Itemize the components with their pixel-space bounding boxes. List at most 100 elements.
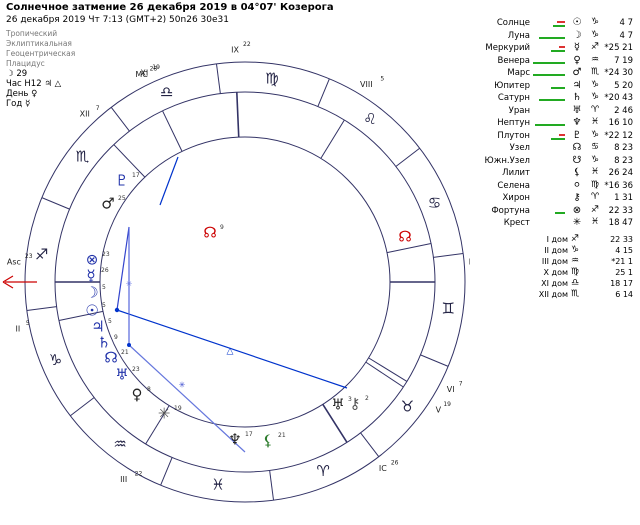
house-sign-icon: ♐ [571,233,580,244]
house-inner-ring [99,136,391,428]
zodiac-sign-icon: ♓ [211,476,224,494]
planet-degree: *24 30 [604,68,633,78]
strength-bars [533,133,565,142]
zodiac-sign-icon: ♑ [49,351,62,369]
planet-name: Узел [509,143,530,153]
strength-bars [533,220,565,229]
planet-name: Венера [497,55,530,66]
ic-label-degree: 26 [391,460,399,467]
sign-boundary [420,354,449,367]
strength-bars [533,83,565,92]
sign-boundary [160,457,173,486]
house-V-label: V [436,406,442,415]
house-row: II дом ♑ 4 15 [470,245,635,257]
planet-glyph-icon: ⚷ [573,192,581,203]
house-degree: 22 33 [610,234,633,244]
strength-bars [533,20,565,29]
planet-12-degree: 17 [245,431,253,438]
house-row: XII дом ♏ 6 14 [470,289,635,301]
house-II-label-degree: 5 [26,320,30,327]
planet-degree: 1 31 [614,193,633,203]
planet-degree: 8 23 [614,143,633,153]
asc-label: Asc [7,257,21,266]
planet-2-degree: 23 [102,251,110,258]
house-row: X дом ♍ 25 1 [470,266,635,279]
strength-bar-red [557,21,565,23]
aspect-node-dot [127,343,131,347]
house-cusp-line [368,357,408,382]
planet-row: Венера ♀ ♒ 7 19 [470,54,635,69]
planet-7-degree: 9 [114,334,118,341]
house-row: XI дом ♎ 18 17 [470,277,635,290]
planet-name: Южн.Узел [484,155,530,166]
planet-degree: *25 21 [604,43,633,53]
aspect-node-dot [114,307,120,313]
strength-bar-red [559,133,565,136]
planet-degree: *16 36 [604,180,633,191]
zodiac-sign-icon: ♋ [428,194,441,212]
house-cusp-line [365,361,404,388]
sign-boundary [433,252,464,258]
sextile-aspect-icon: ✳ [126,280,133,289]
planet-name: Нептун [497,118,530,128]
planet-degree: 2 46 [614,105,633,116]
mc-label: MC [135,70,148,79]
planet-row: Крест ✳ ♓ 18 47 [470,217,635,231]
planet-degree: 8 23 [614,155,633,166]
planet-15-icon: ♅ [331,396,344,414]
planet-glyph-icon: ♀ [573,54,581,66]
planet-row: Сатурн ♄ ♑ *20 43 [470,92,635,106]
house-row: III дом ♒ *21 1 [470,255,635,268]
wheel-group: ♈♉♊♋♌♍♎♏♐♑♒♓II5III22V19VI7VIII5IX22XI19X… [2,41,470,503]
planet-glyph-icon: ☋ [572,154,582,166]
house-III-label: III [120,475,127,484]
planet-degree: 5 20 [614,80,633,91]
planet-3-degree: 26 [101,267,109,274]
strength-bars [533,58,565,67]
house-sign-icon: ♍ [571,266,580,277]
house-sign-icon: ♒ [571,255,580,266]
planet-row: Уран ♅ ♈ 2 46 [470,105,635,119]
north-node-icon: ☊ [398,228,411,246]
zodiac-sign-icon: ♏ [76,148,90,166]
strength-bar-green [539,99,565,101]
planet-name: Селена [497,180,530,191]
natal-chart-wheel[interactable]: ♈♉♊♋♌♍♎♏♐♑♒♓II5III22V19VI7VIII5IX22XI19X… [0,0,470,525]
planet-glyph-icon: ⚸ [573,167,581,178]
planet-glyph-icon: ✳ [572,217,582,228]
house-degree: *21 1 [611,256,633,266]
house-IX-label: IX [231,46,239,55]
planet-row: Солнце ☉ ♑ 4 7 [470,17,635,31]
planet-row: Нептун ♆ ♓ 16 10 [470,117,635,131]
planet-glyph-icon: ☊ [572,142,582,153]
planet-row: Меркурий ☿ ♐ *25 21 [470,42,635,56]
planet-9-degree: 23 [132,366,140,373]
planet-6-degree: 5 [108,318,112,325]
sign-boundary [395,147,420,167]
planet-row: Фортуна ⊗ ♐ 22 33 [470,205,635,219]
zodiac-sign-icon: ♐ [35,246,48,264]
house-degree: 4 15 [615,245,633,255]
aspect-line [159,156,179,206]
house-degree: 25 1 [615,267,633,277]
planet-table: Солнце ☉ ♑ 4 7 Луна ☽ ♑ 4 7 Меркурий ☿ ♐ *25 21 Вене… [470,17,635,301]
planet-13-icon: ⚸ [263,432,274,450]
planet-row: Южн.Узел ☋ ♑ 8 23 [470,154,635,169]
house-name: XII дом [538,289,568,299]
planet-name: Уран [508,105,530,116]
house-row: I дом ♐ 22 33 [470,233,635,246]
planet-glyph-icon: ☉ [572,17,582,28]
strength-bar-green [551,137,565,140]
house-sign-icon: ♎ [571,277,580,288]
strength-bars [533,183,565,192]
strength-bars [533,95,565,104]
strength-bars [533,170,565,179]
house-name: III дом [541,256,568,266]
zodiac-sign-icon: ♒ [113,435,126,453]
strength-bars [533,120,565,129]
planet-glyph-icon: ♄ [572,92,582,103]
house-name: II дом [544,245,568,255]
zodiac-sign-icon: ♉ [401,397,414,415]
planet-name: Луна [507,30,530,41]
house-cusp-line [162,110,183,152]
